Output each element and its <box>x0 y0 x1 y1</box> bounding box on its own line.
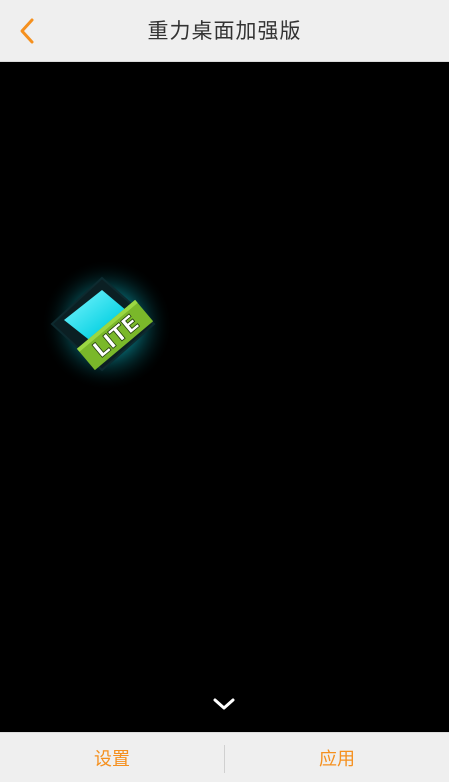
settings-button[interactable]: 设置 <box>0 733 224 782</box>
bottom-action-bar: 设置 应用 <box>0 732 449 782</box>
page-title: 重力桌面加强版 <box>147 19 302 43</box>
gravity-desktop-lite-icon[interactable]: LITE <box>40 258 174 392</box>
top-bar: 重力桌面加强版 <box>0 0 449 62</box>
desktop-preview: LITE <box>0 62 449 732</box>
chevron-down-icon <box>213 698 235 710</box>
theme-preview-screen: 重力桌面加强版 LITE 设置 应用 <box>0 0 449 782</box>
apply-button[interactable]: 应用 <box>225 733 449 782</box>
expand-button[interactable] <box>208 690 240 718</box>
